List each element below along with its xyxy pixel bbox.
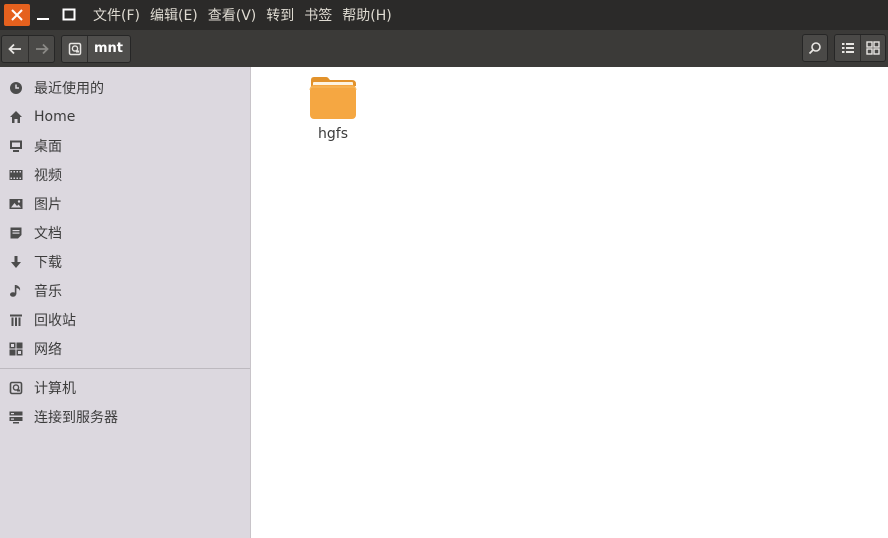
sidebar-item-videos[interactable]: 视频 (0, 160, 250, 189)
sidebar-item-connect-server[interactable]: 连接到服务器 (0, 402, 250, 431)
menu-edit[interactable]: 编辑(E) (150, 5, 198, 25)
sidebar-item-trash[interactable]: 回收站 (0, 305, 250, 334)
sidebar-item-label: 回收站 (34, 312, 76, 329)
toolbar-right (802, 34, 886, 62)
search-icon (808, 42, 821, 55)
sidebar-item-music[interactable]: 音乐 (0, 276, 250, 305)
sidebar-item-home[interactable]: Home (0, 102, 250, 131)
sidebar-item-label: 桌面 (34, 138, 62, 155)
arrow-right-icon (35, 43, 49, 54)
view-switcher (834, 34, 886, 62)
back-button[interactable] (2, 36, 28, 62)
forward-button[interactable] (28, 35, 54, 62)
file-name: hgfs (318, 126, 348, 142)
arrow-left-icon (8, 43, 21, 54)
sidebar-item-computer[interactable]: 计算机 (0, 373, 250, 402)
document-icon (8, 225, 24, 241)
close-icon (11, 9, 23, 21)
download-icon (8, 254, 24, 270)
sidebar-item-recent[interactable]: 最近使用的 (0, 73, 250, 102)
sidebar: 最近使用的 Home 桌面 视频 图片 文档 下载 音乐 回收站 网络 计算机 … (0, 67, 251, 538)
file-item-hgfs[interactable]: hgfs (300, 76, 366, 142)
desktop-icon (8, 138, 24, 154)
sidebar-item-label: 下载 (34, 254, 62, 271)
network-icon (8, 341, 24, 357)
server-icon (8, 409, 24, 425)
drive-path-button[interactable] (62, 35, 88, 62)
sidebar-item-label: 网络 (34, 341, 62, 358)
close-button[interactable] (4, 4, 30, 26)
sidebar-item-documents[interactable]: 文档 (0, 218, 250, 247)
list-view-icon (841, 43, 854, 53)
maximize-button[interactable] (56, 4, 82, 26)
grid-view-icon (866, 41, 880, 55)
sidebar-item-label: 连接到服务器 (34, 409, 118, 426)
trash-icon (8, 312, 24, 328)
nav-buttons (1, 34, 55, 63)
search-button[interactable] (802, 34, 828, 62)
sidebar-item-label: 计算机 (34, 380, 76, 397)
pictures-icon (8, 196, 24, 212)
home-icon (8, 109, 24, 125)
maximize-icon (62, 8, 76, 21)
minimize-button[interactable] (30, 4, 56, 26)
computer-icon (8, 380, 24, 396)
sidebar-item-label: Home (34, 108, 76, 125)
menu-view[interactable]: 查看(V) (208, 5, 257, 25)
sidebar-item-network[interactable]: 网络 (0, 334, 250, 363)
menu-bookmarks[interactable]: 书签 (304, 5, 332, 25)
path-crumb-mnt[interactable]: mnt (88, 41, 130, 56)
sidebar-item-pictures[interactable]: 图片 (0, 189, 250, 218)
folder-icon (309, 77, 357, 119)
sidebar-item-downloads[interactable]: 下载 (0, 247, 250, 276)
menu-bar: 文件(F) 编辑(E) 查看(V) 转到 书签 帮助(H) (0, 0, 888, 30)
grid-view-button[interactable] (860, 35, 885, 61)
sidebar-item-label: 图片 (34, 196, 62, 213)
drive-icon (68, 42, 81, 55)
video-icon (8, 167, 24, 183)
sidebar-item-label: 视频 (34, 167, 62, 184)
file-view[interactable]: hgfs (252, 67, 888, 538)
menu-go[interactable]: 转到 (266, 5, 294, 25)
sidebar-item-desktop[interactable]: 桌面 (0, 131, 250, 160)
music-icon (8, 283, 24, 299)
toolbar: mnt (0, 30, 888, 67)
sidebar-item-label: 最近使用的 (34, 80, 104, 97)
menu-file[interactable]: 文件(F) (93, 5, 140, 25)
minimize-icon (37, 18, 49, 20)
sidebar-item-label: 音乐 (34, 283, 62, 300)
path-bar: mnt (61, 34, 132, 63)
sidebar-divider (0, 368, 250, 369)
sidebar-item-label: 文档 (34, 225, 62, 242)
window-controls (0, 0, 82, 30)
menu-list: 文件(F) 编辑(E) 查看(V) 转到 书签 帮助(H) (93, 5, 402, 25)
clock-icon (8, 80, 24, 96)
menu-help[interactable]: 帮助(H) (342, 5, 391, 25)
list-view-button[interactable] (835, 35, 860, 61)
